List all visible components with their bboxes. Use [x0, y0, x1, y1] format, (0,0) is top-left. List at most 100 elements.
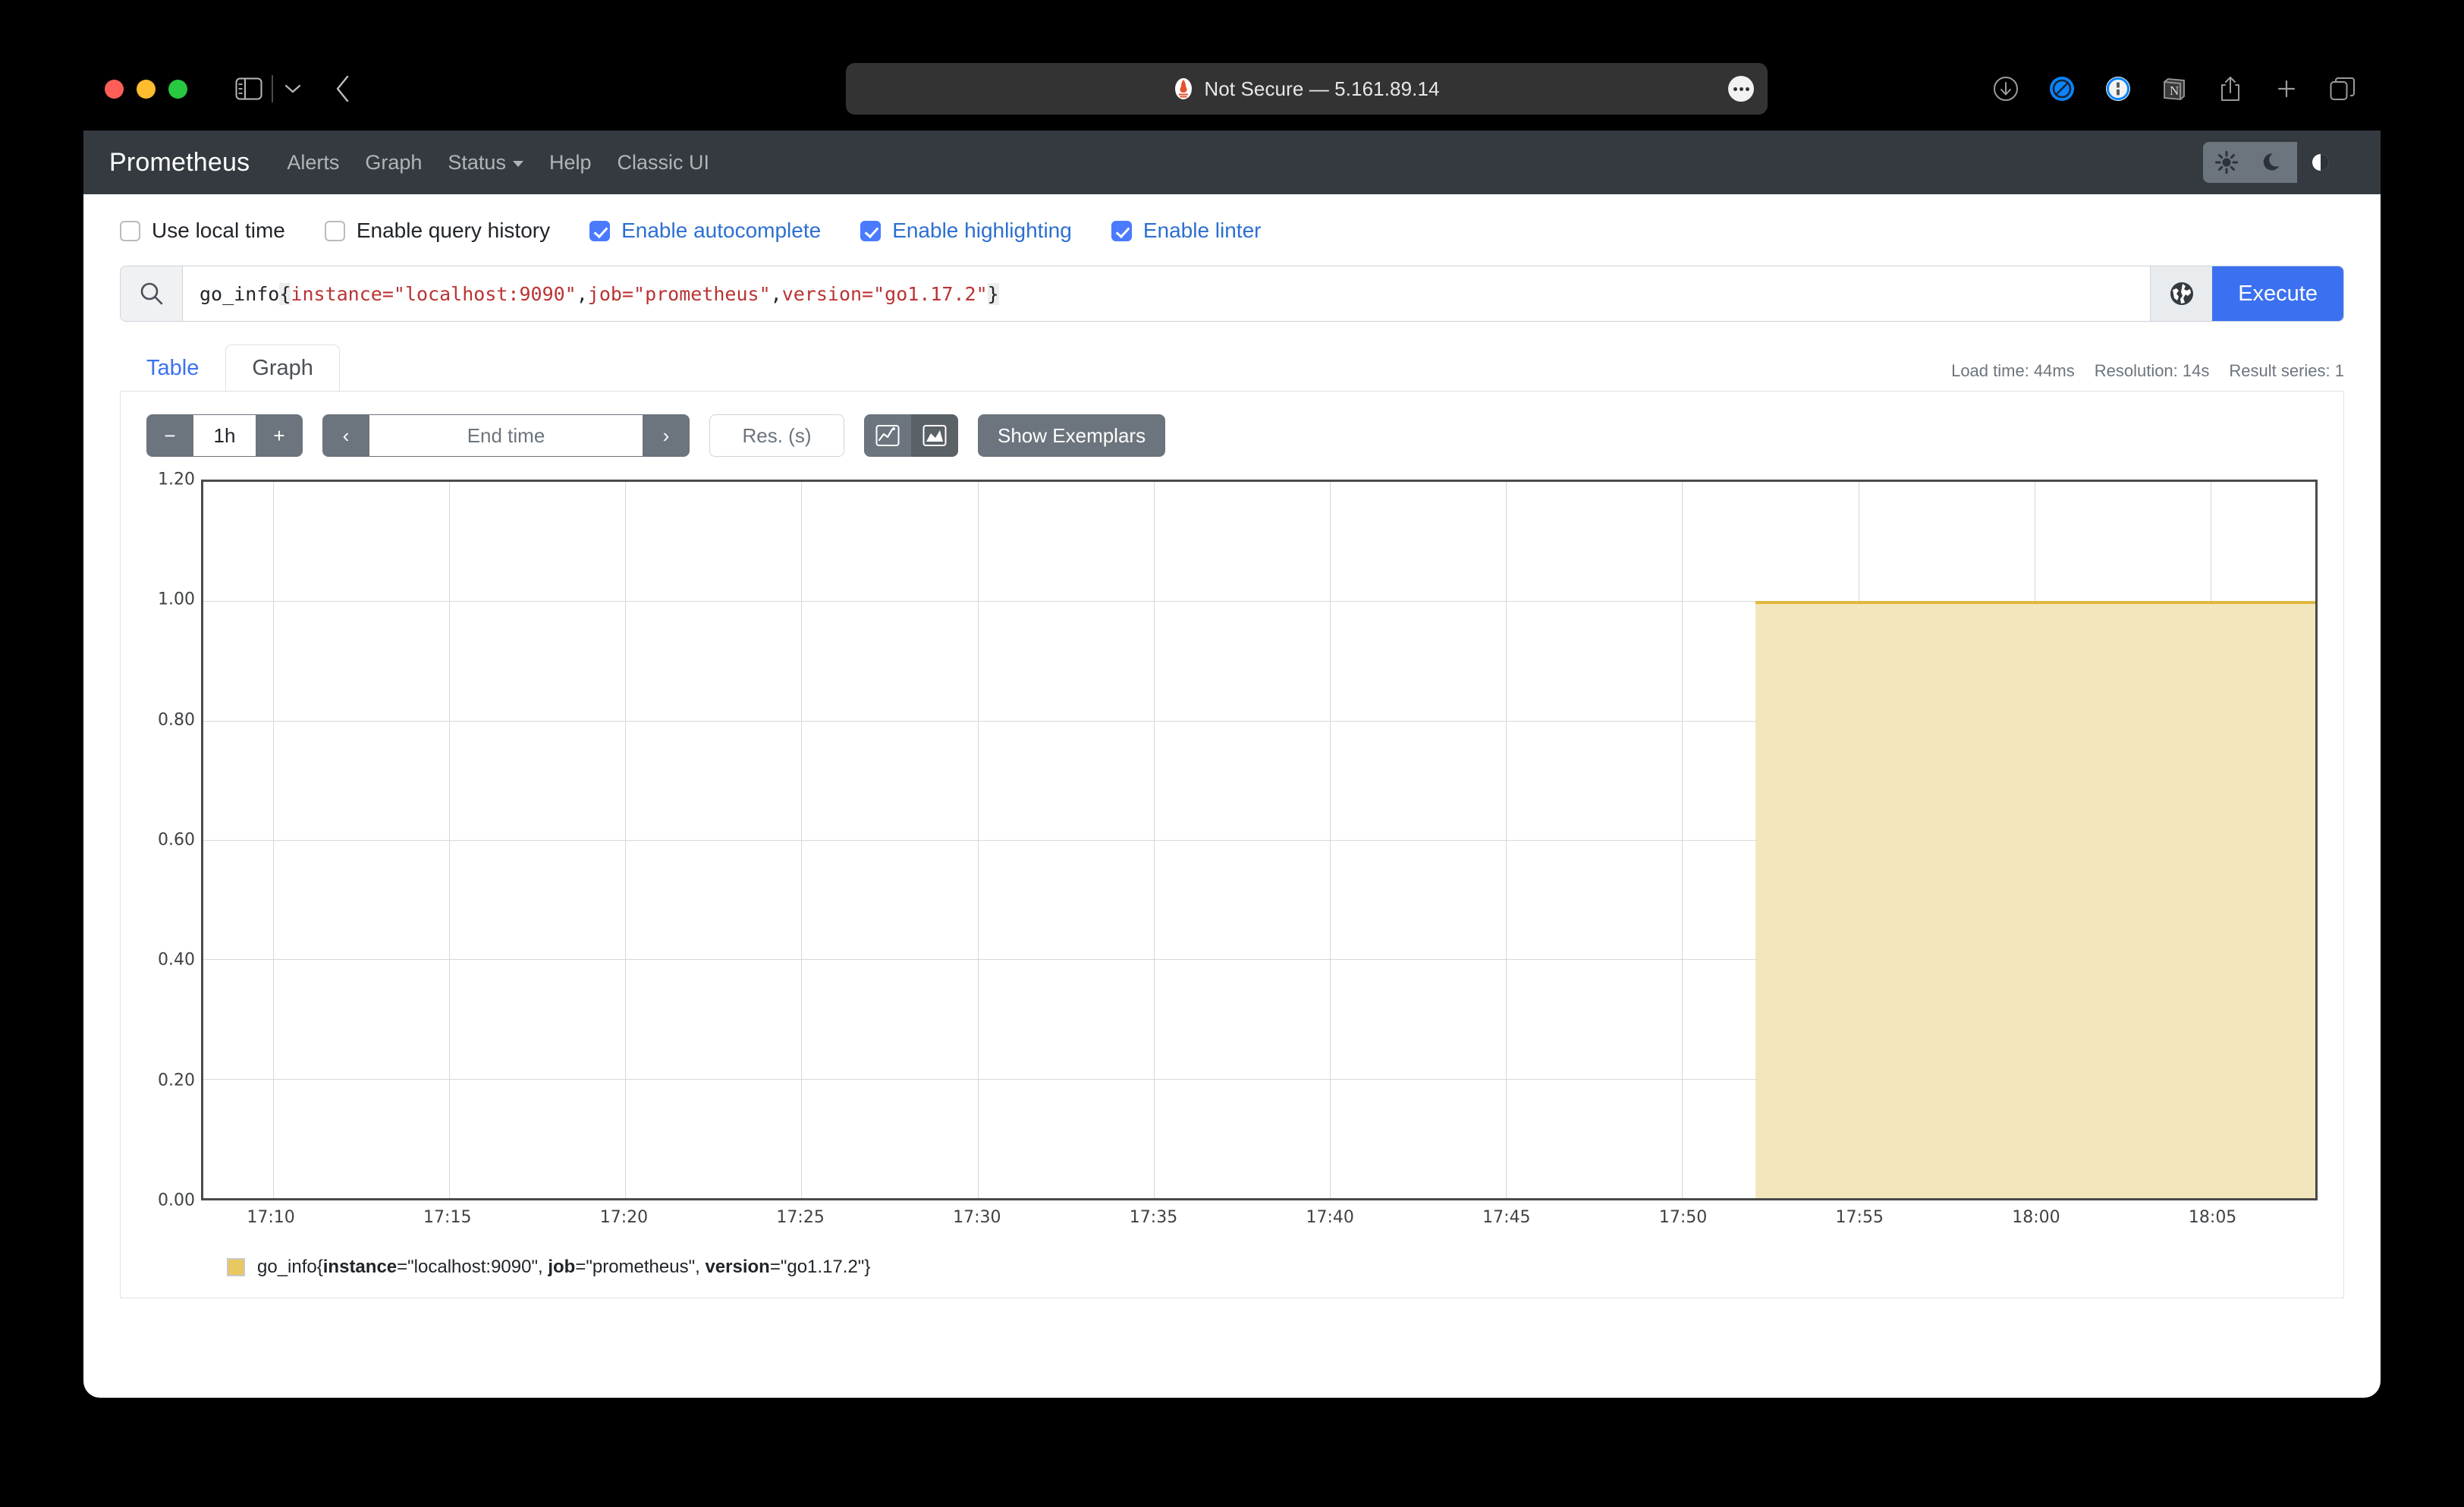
- globe-icon[interactable]: [2150, 266, 2213, 321]
- browser-chrome: Not Secure — 5.161.89.14 N: [83, 47, 2381, 131]
- query-bar: go_info{instance = "localhost:9090", job = "…: [120, 266, 2344, 322]
- enable-autocomplete-checkbox[interactable]: [589, 220, 611, 241]
- gridline-x-1730: [977, 482, 979, 1198]
- address-bar[interactable]: Not Secure — 5.161.89.14: [846, 63, 1768, 115]
- chrome-right-icons: N: [1989, 72, 2359, 105]
- previous-time-button[interactable]: ‹: [322, 414, 369, 457]
- nav-link-help[interactable]: Help: [536, 151, 605, 175]
- dark-theme-button[interactable]: [2250, 142, 2297, 183]
- option-enable-autocomplete[interactable]: Enable autocomplete: [589, 219, 821, 243]
- enable-linter-checkbox[interactable]: [1111, 220, 1132, 241]
- tab-graph[interactable]: Graph: [225, 345, 340, 392]
- x-tick-1730: 17:30: [953, 1208, 1001, 1227]
- option-enable-linter[interactable]: Enable linter: [1111, 219, 1261, 243]
- y-tick-0-00: 0.00: [158, 1191, 195, 1210]
- stacked-chart-button[interactable]: [911, 414, 958, 457]
- legend-val-instance: ="localhost:9090",: [397, 1257, 548, 1277]
- nav-link-help-label: Help: [548, 150, 592, 174]
- resolution-input[interactable]: Res. (s): [709, 414, 844, 457]
- search-icon: [121, 266, 183, 321]
- increase-range-button[interactable]: +: [256, 414, 303, 457]
- query-op-2: =: [862, 282, 874, 305]
- url-text: Not Secure — 5.161.89.14: [1204, 77, 1440, 100]
- theme-switcher: [2203, 142, 2344, 183]
- line-chart-button[interactable]: [864, 414, 911, 457]
- maximize-window-button[interactable]: [168, 79, 187, 99]
- new-tab-icon[interactable]: [2270, 72, 2303, 105]
- range-input[interactable]: 1h: [193, 414, 256, 457]
- nav-link-graph-label: Graph: [365, 150, 423, 174]
- caret-down-icon: [512, 161, 523, 167]
- gridline-x-1710: [272, 482, 274, 1198]
- gridline-x-1720: [625, 482, 627, 1198]
- gridline-x-1735: [1153, 482, 1155, 1198]
- plot-area[interactable]: [201, 480, 2318, 1200]
- execute-button[interactable]: Execute: [2212, 266, 2343, 321]
- sidebar-toggle-icon[interactable]: [229, 72, 269, 105]
- light-theme-button[interactable]: [2203, 142, 2250, 183]
- query-label-instance: instance: [291, 282, 382, 305]
- y-tick-1-00: 1.00: [158, 590, 195, 609]
- enable-autocomplete-label: Enable autocomplete: [621, 219, 822, 242]
- query-input[interactable]: go_info{instance = "localhost:9090", job = "…: [183, 266, 2151, 321]
- series-area-go-info: [1755, 601, 2315, 1198]
- use-local-time-checkbox[interactable]: [120, 220, 140, 241]
- brand-title[interactable]: Prometheus: [109, 148, 250, 178]
- nav-link-status-label: Status: [448, 150, 506, 174]
- gridline-x-1740: [1329, 482, 1331, 1198]
- enable-query-history-checkbox[interactable]: [324, 220, 345, 241]
- moon-icon: [2263, 153, 2280, 171]
- chevron-down-icon[interactable]: [276, 72, 310, 105]
- chrome-divider: [272, 75, 273, 102]
- y-tick-0-40: 0.40: [158, 950, 195, 970]
- minimize-window-button[interactable]: [137, 79, 156, 99]
- share-icon[interactable]: [2214, 72, 2247, 105]
- x-axis-labels: 17:10 17:15 17:20 17:25 17:30 17:35 17:4…: [201, 1200, 2318, 1235]
- 1password-icon[interactable]: [2101, 72, 2135, 105]
- tab-table[interactable]: Table: [120, 345, 225, 392]
- option-enable-highlighting[interactable]: Enable highlighting: [860, 219, 1072, 243]
- download-icon[interactable]: [1989, 72, 2022, 105]
- x-tick-1750: 17:50: [1658, 1208, 1708, 1227]
- legend-metric: go_info{: [257, 1257, 323, 1277]
- adblock-icon[interactable]: [2045, 72, 2079, 105]
- sun-icon: [2215, 151, 2238, 174]
- nav-link-classic-ui[interactable]: Classic UI: [604, 151, 722, 175]
- next-time-button[interactable]: ›: [643, 414, 690, 457]
- legend-close-brace: }: [864, 1257, 871, 1277]
- prometheus-navbar: Prometheus Alerts Graph Status Help Clas…: [83, 131, 2381, 194]
- show-exemplars-button[interactable]: Show Exemplars: [978, 414, 1166, 457]
- chart[interactable]: 1.20 1.00 0.80 0.60 0.40 0.20 0.00: [158, 470, 2318, 1210]
- auto-theme-button[interactable]: [2297, 142, 2344, 183]
- x-tick-1745: 17:45: [1482, 1208, 1531, 1227]
- end-time-input[interactable]: End time: [369, 414, 643, 457]
- x-tick-1755: 17:55: [1835, 1208, 1884, 1227]
- page-menu-icon[interactable]: [1728, 76, 1754, 102]
- legend-color-swatch[interactable]: [227, 1258, 245, 1276]
- nav-link-graph[interactable]: Graph: [352, 151, 435, 175]
- x-tick-1740: 17:40: [1306, 1208, 1354, 1227]
- notion-icon[interactable]: N: [2158, 72, 2191, 105]
- nav-link-status[interactable]: Status: [435, 151, 536, 175]
- gridline-x-1715: [449, 482, 451, 1198]
- legend-item-label[interactable]: go_info{instance="localhost:9090", job="…: [257, 1257, 870, 1278]
- option-use-local-time[interactable]: Use local time: [120, 219, 285, 243]
- legend-val-version: ="go1.17.2": [769, 1257, 865, 1277]
- nav-link-alerts[interactable]: Alerts: [274, 151, 352, 175]
- y-axis-labels: 1.20 1.00 0.80 0.60 0.40 0.20 0.00: [142, 470, 195, 1210]
- chart-type-group: [864, 414, 958, 457]
- tab-overview-icon[interactable]: [2326, 72, 2359, 105]
- close-window-button[interactable]: [105, 79, 124, 99]
- query-label-job: job: [587, 282, 622, 305]
- x-tick-1805: 18:05: [2188, 1208, 2237, 1227]
- resolution-stat: Resolution: 14s: [2094, 361, 2210, 380]
- query-metric: go_info: [200, 282, 280, 305]
- query-close-brace: }: [987, 282, 999, 305]
- back-arrow-icon[interactable]: [322, 72, 364, 105]
- enable-highlighting-checkbox[interactable]: [860, 220, 882, 241]
- query-value-version: "go1.17.2": [873, 282, 988, 305]
- query-label-version: version: [781, 282, 863, 305]
- option-enable-query-history[interactable]: Enable query history: [324, 219, 550, 243]
- browser-window: Not Secure — 5.161.89.14 N Prometheus Al…: [83, 47, 2381, 1398]
- decrease-range-button[interactable]: −: [146, 414, 193, 457]
